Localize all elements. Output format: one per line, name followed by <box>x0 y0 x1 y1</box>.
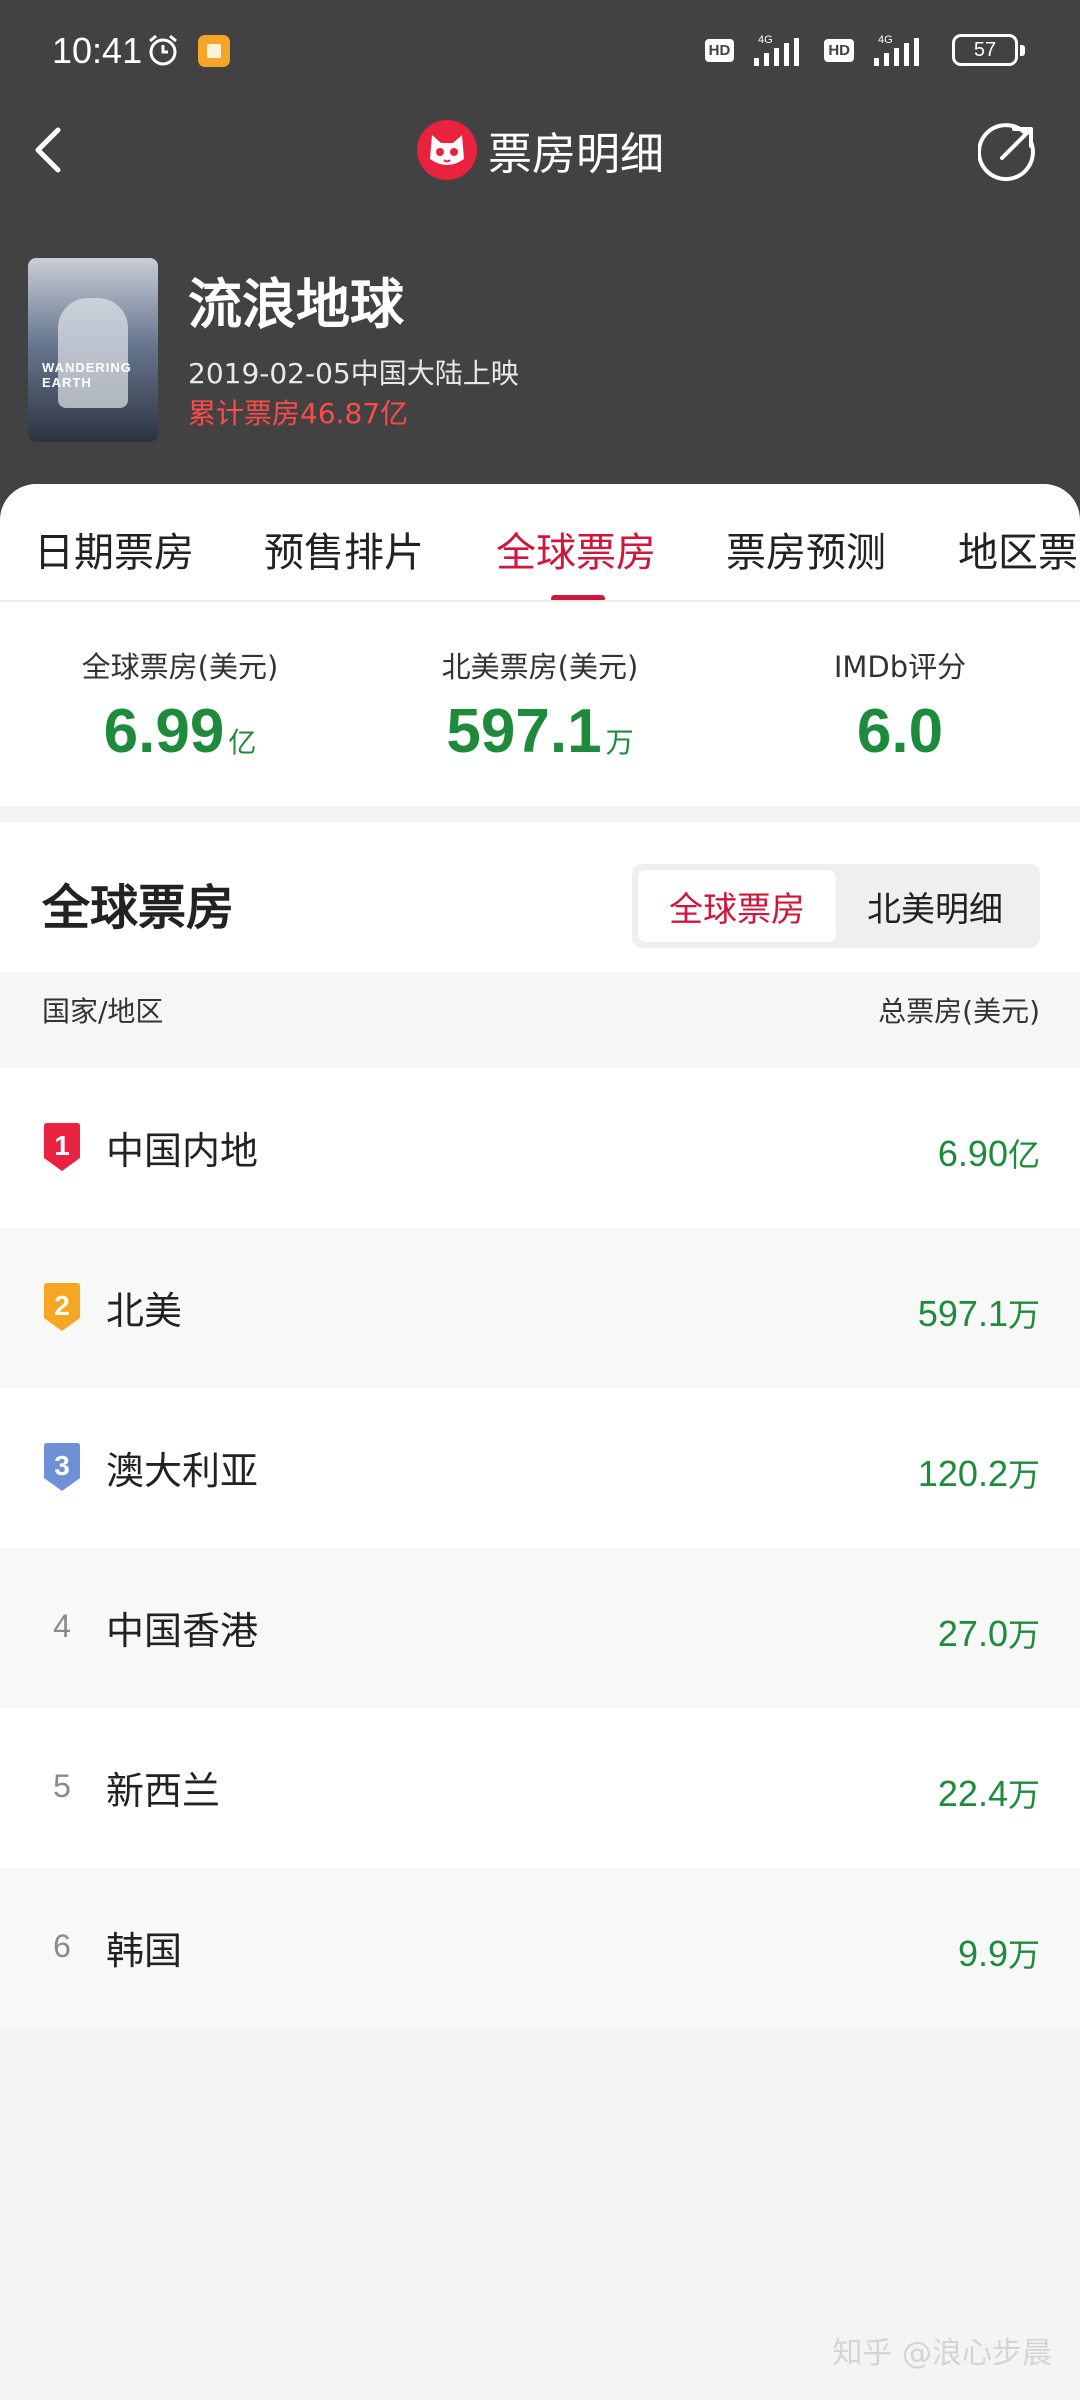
column-region: 国家/地区 <box>42 995 164 1028</box>
movie-info: WANDERING EARTH 流浪地球 2019-02-05中国大陆上映 累计… <box>0 250 1080 450</box>
poster-text: WANDERING EARTH <box>42 360 132 390</box>
region-box-office: 120.2万 <box>918 1450 1040 1496</box>
hd-badge-2: HD <box>824 38 854 62</box>
region-name: 澳大利亚 <box>106 1449 259 1493</box>
rank-number: 6 <box>53 1928 71 1964</box>
status-time: 10:41 <box>52 30 143 71</box>
box-office-unit: 万 <box>1007 1297 1040 1333</box>
signal-icon-2: 4G <box>874 34 919 66</box>
column-total: 总票房(美元) <box>878 995 1040 1028</box>
rank-badge-icon: 2 <box>44 1283 80 1331</box>
box-office-value: 22.4 <box>937 1773 1008 1814</box>
svg-text:4G: 4G <box>878 34 893 46</box>
region-name: 韩国 <box>106 1929 183 1973</box>
alarm-icon <box>149 34 177 66</box>
toggle-north-america-detail[interactable]: 北美明细 <box>836 870 1034 942</box>
stat-label: IMDb评分 <box>833 650 967 684</box>
region-box-office: 9.9万 <box>958 1930 1040 1976</box>
rank-number: 2 <box>54 1290 70 1321</box>
box-office-value: 6.90 <box>937 1133 1008 1174</box>
navigation-bar: 票房明细 <box>0 100 1080 200</box>
box-office-value: 120.2 <box>917 1453 1008 1494</box>
svg-text:4G: 4G <box>758 34 773 46</box>
region-name: 中国香港 <box>106 1609 259 1653</box>
box-office-unit: 万 <box>1007 1777 1040 1813</box>
table-row[interactable]: 6 韩国 9.9万 <box>0 1868 1080 2028</box>
stat-value: 6.0 <box>856 697 944 766</box>
region-box-office: 27.0万 <box>938 1610 1040 1656</box>
rank-number: 4 <box>53 1608 71 1644</box>
rank-badge-icon: 1 <box>44 1123 80 1171</box>
active-tab-indicator <box>551 595 605 600</box>
hd-badge: HD <box>704 38 735 62</box>
movie-poster[interactable]: WANDERING EARTH <box>28 258 158 442</box>
table-header: 国家/地区 总票房(美元) <box>0 972 1080 1068</box>
table-row[interactable]: 1 中国内地 6.90亿 <box>0 1068 1080 1228</box>
region-box-office: 6.90亿 <box>938 1130 1040 1176</box>
stat-global: 全球票房(美元) 6.99 亿 <box>30 644 330 767</box>
stat-label: 全球票房(美元) <box>81 650 279 684</box>
toggle-global[interactable]: 全球票房 <box>638 870 836 942</box>
region-name: 新西兰 <box>106 1769 221 1813</box>
stat-north-america: 北美票房(美元) 597.1 万 <box>390 644 690 767</box>
box-office-unit: 亿 <box>1007 1137 1040 1173</box>
region-box-office: 22.4万 <box>938 1770 1040 1816</box>
stat-unit: 亿 <box>228 727 257 758</box>
battery-icon: 57 <box>952 34 1025 66</box>
table-row[interactable]: 4 中国香港 27.0万 <box>0 1548 1080 1708</box>
tab-regional[interactable]: 地区票 <box>958 520 1078 578</box>
stat-label: 北美票房(美元) <box>441 650 639 684</box>
cumulative-box-office: 累计票房46.87亿 <box>188 397 409 430</box>
notification-app-icon <box>198 35 230 67</box>
box-office-value: 9.9 <box>957 1933 1008 1974</box>
rank-badge-icon: 3 <box>44 1443 80 1491</box>
tab-global-box-office[interactable]: 全球票房 <box>496 520 656 578</box>
tab-bar: 日期票房 预售排片 全球票房 票房预测 地区票 <box>0 484 1080 602</box>
tab-daily-box-office[interactable]: 日期票房 <box>34 520 194 578</box>
box-office-unit: 万 <box>1007 1617 1040 1653</box>
share-icon[interactable] <box>978 120 1040 182</box>
cat-logo-icon <box>417 120 477 180</box>
box-office-value: 27.0 <box>937 1613 1008 1654</box>
region-name: 中国内地 <box>106 1129 259 1173</box>
section-title: 全球票房 <box>42 880 235 936</box>
view-toggle: 全球票房 北美明细 <box>632 864 1040 948</box>
box-office-unit: 万 <box>1007 1937 1040 1973</box>
global-section-header: 全球票房 全球票房 北美明细 <box>0 822 1080 972</box>
table-row[interactable]: 2 北美 597.1万 <box>0 1228 1080 1388</box>
tab-box-office-forecast[interactable]: 票房预测 <box>726 520 886 578</box>
region-box-office: 597.1万 <box>918 1290 1040 1336</box>
region-name: 北美 <box>106 1289 183 1333</box>
rank-number: 5 <box>53 1768 71 1804</box>
nav-title-text: 票房明细 <box>488 129 664 180</box>
box-office-unit: 万 <box>1007 1457 1040 1493</box>
table-row[interactable]: 5 新西兰 22.4万 <box>0 1708 1080 1868</box>
rank-number: 3 <box>54 1450 70 1481</box>
stat-value: 597.1 <box>446 697 602 766</box>
stat-imdb: IMDb评分 6.0 <box>750 644 1050 767</box>
signal-icon: 4G <box>754 34 800 66</box>
watermark: 知乎 @浪心步晨 <box>832 2336 1052 2371</box>
box-office-value: 597.1 <box>917 1293 1008 1334</box>
table-row[interactable]: 3 澳大利亚 120.2万 <box>0 1388 1080 1548</box>
summary-card: 日期票房 预售排片 全球票房 票房预测 地区票 全球票房(美元) 6.99 亿 北… <box>0 484 1080 806</box>
battery-level: 57 <box>973 38 997 61</box>
movie-title: 流浪地球 <box>188 273 404 336</box>
tab-presale-schedule[interactable]: 预售排片 <box>264 520 424 578</box>
stat-unit: 万 <box>605 727 634 758</box>
page-title: 票房明细 <box>0 118 1080 182</box>
rank-number: 1 <box>54 1130 70 1161</box>
stat-value: 6.99 <box>103 697 225 766</box>
status-bar: 10:41 HD 4G HD 4G 57 <box>0 0 1080 100</box>
release-date: 2019-02-05中国大陆上映 <box>188 357 519 390</box>
